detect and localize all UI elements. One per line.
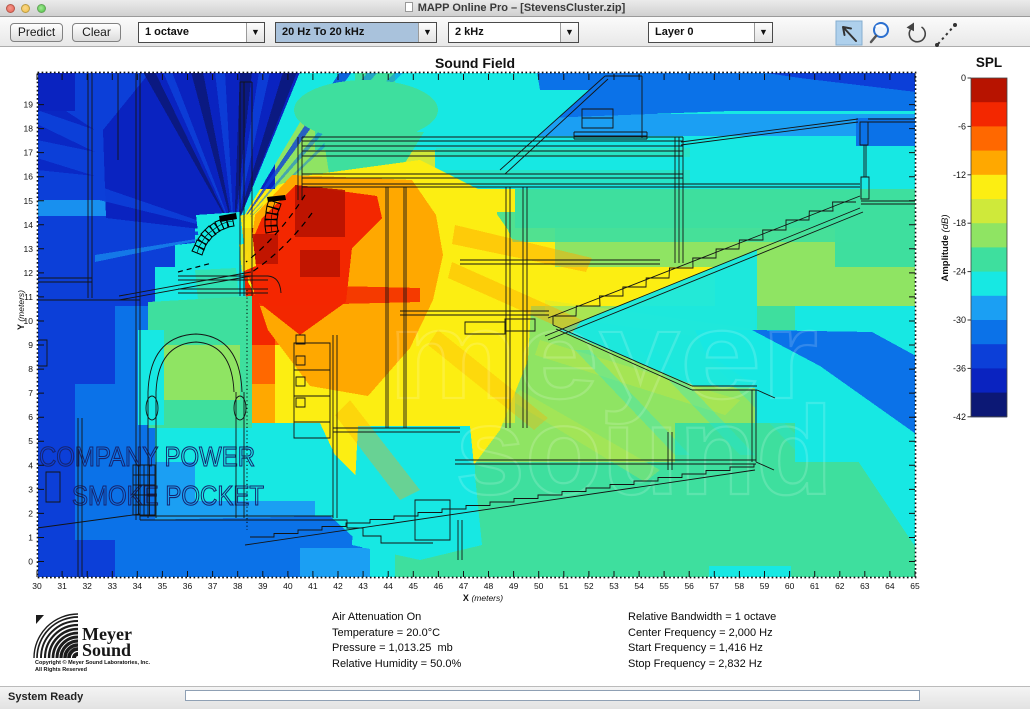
svg-text:39: 39	[258, 581, 268, 591]
svg-text:5: 5	[28, 436, 33, 446]
svg-text:0: 0	[28, 557, 33, 567]
svg-text:64: 64	[885, 581, 895, 591]
svg-text:19: 19	[24, 100, 34, 110]
svg-text:50: 50	[534, 581, 544, 591]
svg-text:65: 65	[910, 581, 920, 591]
svg-text:SPL: SPL	[976, 55, 1002, 70]
svg-text:63: 63	[860, 581, 870, 591]
svg-text:Y (meters): Y (meters)	[16, 290, 26, 330]
svg-text:COMPANY POWER: COMPANY POWER	[39, 441, 255, 472]
svg-text:1: 1	[28, 533, 33, 543]
svg-text:0: 0	[961, 73, 966, 83]
svg-text:17: 17	[24, 148, 34, 158]
svg-text:60: 60	[785, 581, 795, 591]
svg-text:14: 14	[24, 220, 34, 230]
svg-text:35: 35	[158, 581, 168, 591]
svg-text:58: 58	[735, 581, 745, 591]
svg-text:48: 48	[484, 581, 494, 591]
svg-text:13: 13	[24, 244, 34, 254]
svg-text:-6: -6	[958, 121, 966, 131]
svg-text:57: 57	[710, 581, 720, 591]
svg-text:12: 12	[24, 268, 34, 278]
svg-text:46: 46	[434, 581, 444, 591]
svg-text:18: 18	[24, 124, 34, 134]
svg-text:41: 41	[308, 581, 318, 591]
svg-text:36: 36	[183, 581, 193, 591]
svg-text:16: 16	[24, 172, 34, 182]
svg-text:32: 32	[82, 581, 92, 591]
svg-text:40: 40	[283, 581, 293, 591]
svg-text:4: 4	[28, 460, 33, 470]
svg-text:-12: -12	[953, 170, 966, 180]
svg-text:44: 44	[383, 581, 393, 591]
svg-text:3: 3	[28, 484, 33, 494]
svg-text:33: 33	[108, 581, 118, 591]
svg-text:-18: -18	[953, 218, 966, 228]
svg-text:-36: -36	[953, 363, 966, 373]
svg-text:Sound Field: Sound Field	[435, 55, 515, 71]
svg-text:7: 7	[28, 388, 33, 398]
svg-text:61: 61	[810, 581, 820, 591]
svg-text:15: 15	[24, 196, 34, 206]
svg-text:X (meters): X (meters)	[463, 593, 503, 603]
svg-text:30: 30	[32, 581, 42, 591]
svg-text:sound: sound	[455, 382, 833, 521]
svg-text:6: 6	[28, 412, 33, 422]
svg-text:37: 37	[208, 581, 218, 591]
svg-text:2: 2	[28, 508, 33, 518]
svg-text:43: 43	[358, 581, 368, 591]
svg-text:52: 52	[584, 581, 594, 591]
svg-text:-24: -24	[953, 267, 966, 277]
svg-text:56: 56	[684, 581, 694, 591]
svg-text:54: 54	[634, 581, 644, 591]
svg-text:34: 34	[133, 581, 143, 591]
svg-text:53: 53	[609, 581, 619, 591]
svg-text:38: 38	[233, 581, 243, 591]
svg-text:42: 42	[333, 581, 343, 591]
svg-text:55: 55	[659, 581, 669, 591]
svg-text:-42: -42	[953, 412, 966, 422]
svg-text:51: 51	[559, 581, 569, 591]
svg-text:59: 59	[760, 581, 770, 591]
svg-text:47: 47	[459, 581, 469, 591]
svg-text:49: 49	[509, 581, 519, 591]
svg-text:-30: -30	[953, 315, 966, 325]
svg-text:45: 45	[409, 581, 419, 591]
svg-text:31: 31	[57, 581, 67, 591]
svg-text:62: 62	[835, 581, 845, 591]
svg-text:9: 9	[28, 340, 33, 350]
svg-text:SMOKE POCKET: SMOKE POCKET	[72, 480, 264, 511]
svg-text:Amplitude (dB): Amplitude (dB)	[940, 214, 951, 281]
svg-text:8: 8	[28, 364, 33, 374]
